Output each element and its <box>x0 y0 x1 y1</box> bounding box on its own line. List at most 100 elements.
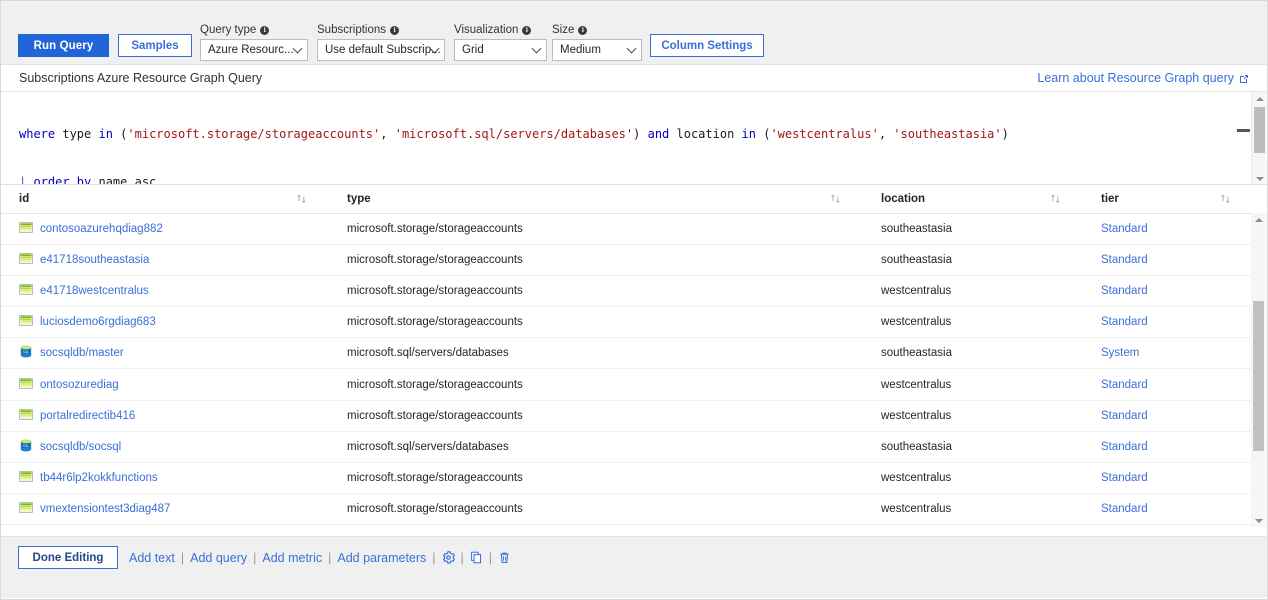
table-row[interactable]: ontosozurediagmicrosoft.storage/storagea… <box>1 369 1253 400</box>
table-row[interactable]: SQLsocsqldb/mastermicrosoft.sql/servers/… <box>1 338 1253 369</box>
resource-link[interactable]: vmextensiontest3diag487 <box>40 503 170 515</box>
cell-location: westcentralus <box>863 463 1083 494</box>
table-body: contosoazurehqdiag882 microsoft.storage/s… <box>1 213 1253 525</box>
cell-tier: Standard <box>1083 463 1253 494</box>
tier-link[interactable]: Standard <box>1101 472 1148 484</box>
sort-icon[interactable] <box>1050 193 1061 204</box>
scroll-down-icon[interactable] <box>1252 172 1267 185</box>
sql-database-icon: SQL <box>19 345 33 361</box>
table-row[interactable]: SQLsocsqldb/socsqlmicrosoft.sql/servers/… <box>1 431 1253 462</box>
table-row[interactable]: tb44r6lp2kokkfunctionsmicrosoft.storage/… <box>1 463 1253 494</box>
resource-link[interactable]: socsqldb/master <box>40 347 124 359</box>
storage-account-icon <box>19 470 33 486</box>
editor-scrollbar-thumb[interactable] <box>1254 107 1265 153</box>
query-type-field: Query type i Azure Resourc... <box>200 23 308 61</box>
done-editing-label: Done Editing <box>33 552 104 564</box>
table-row[interactable]: contosoazurehqdiag882microsoft.storage/s… <box>1 213 1253 244</box>
footer-link-add-metric[interactable]: Add metric <box>262 551 322 565</box>
column-settings-label: Column Settings <box>661 40 752 52</box>
footer-separator: | <box>461 551 464 565</box>
query-type-select[interactable]: Azure Resourc... <box>200 39 308 61</box>
subscriptions-label: Subscriptions <box>317 24 386 36</box>
sort-icon[interactable] <box>830 193 841 204</box>
subscriptions-select[interactable]: Use default Subscrip... <box>317 39 445 61</box>
resource-link[interactable]: ontosozurediag <box>40 379 119 391</box>
column-settings-button[interactable]: Column Settings <box>650 34 764 57</box>
tier-link[interactable]: Standard <box>1101 441 1148 453</box>
resource-link[interactable]: tb44r6lp2kokkfunctions <box>40 472 158 484</box>
scroll-up-icon[interactable] <box>1252 92 1267 105</box>
table-row[interactable]: vmextensiontest3diag487 microsoft.storage… <box>1 494 1253 525</box>
editor-scrollbar[interactable] <box>1251 92 1266 185</box>
sort-icon[interactable] <box>1220 193 1231 204</box>
done-editing-button[interactable]: Done Editing <box>18 546 118 569</box>
column-header-type[interactable]: type <box>329 185 863 213</box>
tier-link[interactable]: Standard <box>1101 410 1148 422</box>
learn-about-resource-graph-link[interactable]: Learn about Resource Graph query <box>1037 71 1249 85</box>
query-type-value: Azure Resourc... <box>208 44 294 56</box>
tier-link[interactable]: Standard <box>1101 285 1148 297</box>
query-title: Subscriptions Azure Resource Graph Query <box>19 71 262 85</box>
kw-where: where <box>19 127 55 141</box>
visualization-label-row: Visualization i <box>454 23 547 37</box>
cell-type: microsoft.storage/storageaccounts <box>329 307 863 338</box>
table-row[interactable]: e41718southeastasiamicrosoft.storage/sto… <box>1 244 1253 275</box>
query-header: Subscriptions Azure Resource Graph Query… <box>1 65 1267 92</box>
footer-link-add-text[interactable]: Add text <box>129 551 175 565</box>
resource-link[interactable]: luciosdemo6rgdiag683 <box>40 316 156 328</box>
column-header-id[interactable]: id <box>1 185 329 213</box>
size-select[interactable]: Medium <box>552 39 642 61</box>
query-toolbar: Run Query Samples Query type i Azure Res… <box>1 1 1267 65</box>
punc-open: ( <box>113 127 127 141</box>
tier-link[interactable]: Standard <box>1101 223 1148 235</box>
cell-type: microsoft.storage/storageaccounts <box>329 494 863 525</box>
scroll-up-icon[interactable] <box>1251 213 1266 226</box>
cell-location: southeastasia <box>863 244 1083 275</box>
column-header-label: location <box>881 193 925 205</box>
info-icon[interactable]: i <box>522 26 531 35</box>
info-icon[interactable]: i <box>260 26 269 35</box>
scroll-down-icon[interactable] <box>1251 514 1266 527</box>
footer-link-add-parameters[interactable]: Add parameters <box>337 551 426 565</box>
resource-link[interactable]: e41718southeastasia <box>40 254 149 266</box>
footer-link-add-query[interactable]: Add query <box>190 551 247 565</box>
run-query-button[interactable]: Run Query <box>18 34 109 57</box>
info-icon[interactable]: i <box>390 26 399 35</box>
tier-link[interactable]: Standard <box>1101 254 1148 266</box>
resource-link[interactable]: contosoazurehqdiag882 <box>40 223 163 235</box>
tier-link[interactable]: Standard <box>1101 316 1148 328</box>
table-row[interactable]: luciosdemo6rgdiag683 microsoft.storage/st… <box>1 307 1253 338</box>
tier-link[interactable]: System <box>1101 347 1139 359</box>
svg-text:SQL: SQL <box>23 350 30 354</box>
resource-link[interactable]: socsqldb/socsql <box>40 441 121 453</box>
resource-link[interactable]: portalredirectib416 <box>40 410 135 422</box>
samples-button[interactable]: Samples <box>118 34 192 57</box>
column-header-label: type <box>347 193 371 205</box>
cell-location: southeastasia <box>863 338 1083 369</box>
kql-query-editor[interactable]: where type in ('microsoft.storage/storag… <box>1 92 1267 185</box>
trash-icon[interactable] <box>498 551 511 564</box>
results-scrollbar-thumb[interactable] <box>1253 301 1264 451</box>
results-scrollbar[interactable] <box>1251 213 1266 527</box>
resource-link[interactable]: e41718westcentralus <box>40 285 149 297</box>
sort-icon[interactable] <box>296 193 307 204</box>
footer-separator: | <box>489 551 492 565</box>
str-westcentralus: 'westcentralus' <box>770 127 878 141</box>
table-row[interactable]: e41718westcentralusmicrosoft.storage/sto… <box>1 275 1253 306</box>
tier-link[interactable]: Standard <box>1101 503 1148 515</box>
gear-icon[interactable] <box>442 551 455 564</box>
kw-order-by: order by <box>26 175 98 185</box>
cell-type: microsoft.sql/servers/databases <box>329 431 863 462</box>
kw-in-2: in <box>742 127 756 141</box>
cell-id: contosoazurehqdiag882 <box>1 213 329 244</box>
info-icon[interactable]: i <box>578 26 587 35</box>
column-header-tier[interactable]: tier <box>1083 185 1253 213</box>
tier-link[interactable]: Standard <box>1101 379 1148 391</box>
visualization-label: Visualization <box>454 24 518 36</box>
table-row[interactable]: portalredirectib416microsoft.storage/sto… <box>1 400 1253 431</box>
footer-separator: | <box>181 551 184 565</box>
visualization-select[interactable]: Grid <box>454 39 547 61</box>
cell-tier: Standard <box>1083 431 1253 462</box>
column-header-location[interactable]: location <box>863 185 1083 213</box>
copy-icon[interactable] <box>470 551 483 564</box>
